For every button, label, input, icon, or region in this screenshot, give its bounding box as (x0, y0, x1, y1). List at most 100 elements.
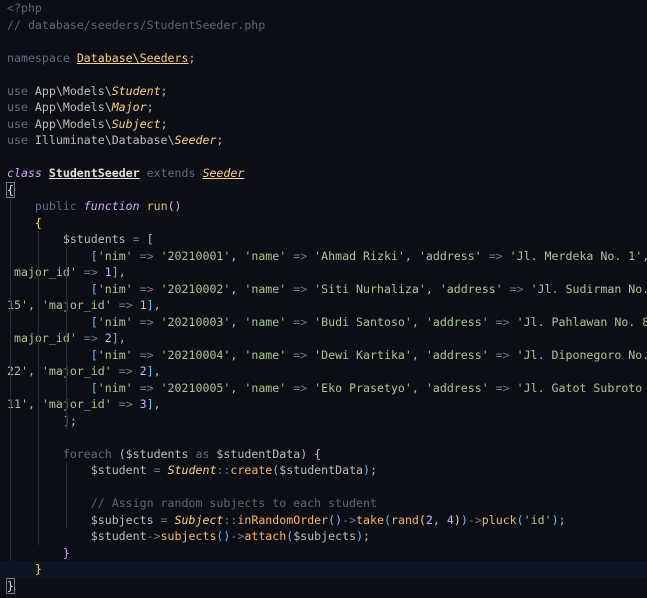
code-token: as (188, 446, 217, 461)
code-line[interactable]: } (0, 561, 647, 578)
indent-guide (37, 478, 39, 495)
code-token: ] (146, 364, 154, 378)
code-token: attach (244, 529, 287, 543)
code-token: ; (160, 116, 168, 131)
code-token: 'Siti Nurhaliza' (314, 281, 426, 296)
code-token: '20210002' (160, 281, 231, 296)
code-line[interactable]: // Assign random subjects to each studen… (0, 495, 647, 512)
code-line[interactable]: use Illuminate\Database\Seeder; (0, 132, 647, 149)
code-token: $student (7, 529, 147, 543)
code-token: public (7, 199, 84, 213)
code-token: 'major_id' (41, 364, 112, 378)
code-line[interactable]: } (0, 544, 647, 561)
indent-guide (37, 247, 39, 264)
code-token: () (328, 512, 343, 527)
code-line[interactable]: 'major_id' => 2], (0, 330, 647, 347)
code-token: 1 (139, 298, 147, 312)
code-line[interactable]: ['nim' => '20210003', 'name' => 'Budi Sa… (0, 313, 647, 330)
code-token: => (132, 347, 161, 362)
code-token: , (27, 298, 42, 312)
code-token: , (153, 298, 161, 312)
code-line[interactable]: ]; (0, 412, 647, 429)
indent-guide (10, 264, 11, 281)
code-token: ) (551, 512, 559, 527)
indent-guide (10, 412, 11, 429)
code-line[interactable]: $subjects = Subject::inRandomOrder()->ta… (0, 511, 647, 528)
code-line[interactable]: $students = [ (0, 231, 647, 248)
indent-guide (65, 313, 67, 330)
code-token: ; (363, 529, 371, 543)
code-line[interactable]: // database/seeders/StudentSeeder.php (0, 17, 647, 34)
code-token: => (111, 397, 140, 411)
indent-guide (37, 330, 39, 347)
code-token: use (7, 133, 35, 147)
code-line[interactable] (0, 66, 647, 83)
code-line[interactable]: 22', 'major_id' => 2], (0, 363, 647, 380)
code-line[interactable]: ['nim' => '20210001', 'name' => 'Ahmad R… (0, 247, 647, 264)
code-token: => (111, 364, 140, 378)
code-line[interactable]: { (0, 214, 647, 231)
code-token: => (481, 248, 510, 263)
code-token: => (132, 248, 161, 263)
code-line[interactable]: $student = Student::create($studentData)… (0, 462, 647, 479)
code-token: => (286, 248, 315, 263)
code-token: => (488, 314, 517, 329)
indent-guide (10, 313, 11, 330)
indent-guide (10, 198, 11, 215)
code-token: , (230, 248, 245, 263)
code-line[interactable] (0, 33, 647, 50)
code-line[interactable]: } (0, 577, 647, 595)
code-token: function (83, 199, 147, 213)
code-token: => (286, 314, 315, 329)
code-token: create (230, 463, 273, 477)
code-line[interactable]: ['nim' => '20210002', 'name' => 'Siti Nu… (0, 280, 647, 297)
code-line[interactable]: ['nim' => '20210005', 'name' => 'Eko Pra… (0, 379, 647, 396)
code-token: [ (146, 232, 154, 246)
code-token: 'address' (418, 248, 482, 263)
code-line[interactable]: 11', 'major_id' => 3], (0, 396, 647, 413)
code-token: Subject (111, 116, 161, 131)
code-token: => (488, 380, 517, 395)
indent-guide (37, 346, 39, 363)
code-token: App\Models\ (34, 100, 112, 114)
indent-guide (10, 429, 11, 446)
code-token: 'Jl. Sudirman No. (530, 281, 647, 296)
code-token: () (216, 529, 231, 543)
code-token: 'nim' (97, 347, 133, 362)
code-token: ( (418, 512, 426, 527)
code-line[interactable]: use App\Models\Major; (0, 99, 647, 116)
code-line[interactable]: { (0, 181, 647, 199)
code-token: $students (125, 446, 189, 461)
code-line[interactable]: 15', 'major_id' => 1], (0, 297, 647, 314)
code-line[interactable]: public function run() (0, 198, 647, 215)
code-line[interactable]: foreach ($students as $studentData) { (0, 445, 647, 462)
code-line[interactable]: <?php (0, 0, 647, 17)
indent-guide (37, 429, 39, 446)
code-line[interactable]: namespace Database\Seeders; (0, 50, 647, 67)
code-line[interactable]: 'major_id' => 1], (0, 264, 647, 281)
indent-guide (37, 231, 39, 248)
code-token: 'Dewi Kartika' (314, 347, 412, 362)
code-line[interactable]: use App\Models\Subject; (0, 116, 647, 133)
code-token: $subjects (7, 512, 154, 527)
code-token: ] (111, 265, 119, 279)
code-token: => (132, 380, 161, 395)
code-token: // database/seeders/StudentSeeder.php (7, 17, 266, 32)
code-token: ; (216, 133, 224, 147)
code-token: 'name' (244, 314, 287, 329)
code-line[interactable] (0, 429, 647, 446)
code-line[interactable] (0, 478, 647, 495)
code-line[interactable]: use App\Models\Student; (0, 83, 647, 100)
code-line[interactable]: $student->subjects()->attach($subjects); (0, 528, 647, 545)
code-line[interactable]: ['nim' => '20210004', 'name' => 'Dewi Ka… (0, 346, 647, 363)
code-line[interactable] (0, 149, 647, 166)
code-line[interactable]: class StudentSeeder extends Seeder (0, 165, 647, 182)
code-token: App\Models\ (34, 116, 112, 131)
code-token: 'address' (425, 314, 489, 329)
code-token: } (6, 577, 15, 594)
indent-guide (65, 264, 67, 281)
code-editor[interactable]: <?php // database/seeders/StudentSeeder.p… (0, 0, 647, 598)
code-token: , (118, 265, 126, 279)
indent-guide (10, 445, 11, 462)
code-token: => (488, 347, 517, 362)
